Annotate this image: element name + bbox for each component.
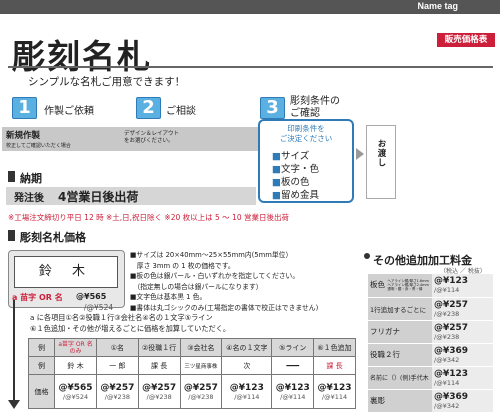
table-row: 例 鈴 木 一 郎 課 長 三ツ星商事株 次 ━━━ 課 長	[28, 356, 356, 375]
table-cell: @¥123/@¥114	[313, 374, 356, 409]
top-bar: Name tag	[0, 0, 500, 14]
spec-line: （指定無しの場合は銀パールになります）	[130, 282, 263, 291]
section-marker-icon	[8, 230, 15, 241]
pricing-table: 例 a苗字 OR 名 のみ ①名 ②役職１行 ③会社名 ④名の１文字 ⑤ライン …	[28, 338, 356, 409]
side-label: フリガナ	[368, 320, 432, 344]
side-price: @¥257/@¥238	[432, 297, 493, 321]
step-3-label: 彫刻条件の ご確認	[290, 96, 340, 119]
table-cell: @¥257/@¥238	[137, 374, 181, 409]
table-header-cell: ②役職１行	[137, 338, 181, 357]
table-header-cell: a苗字 OR 名 のみ	[53, 338, 98, 357]
conditions-title: 印刷条件を ご決定ください	[279, 124, 333, 143]
side-row: フリガナ @¥257/@¥238	[368, 320, 493, 344]
side-price: @¥123/@¥114	[432, 274, 493, 298]
sample-price: @¥565	[76, 292, 107, 301]
spec-list: ■サイズは 20×40mm～25×55mm内(5mm単位） 厚さ 3mm の 1…	[130, 250, 318, 313]
condition-item: ■留め金具	[272, 190, 319, 201]
step-1-label: 作製ご依頼	[44, 106, 94, 117]
arrow-down-icon	[8, 400, 20, 409]
flow-design-text: デザイン＆レイアウト をお選びください。	[124, 131, 180, 144]
table-header-cell: ⑤ライン	[271, 338, 315, 357]
intro-text: シンプルな名札ご用意できます！	[28, 76, 186, 88]
price-list-button[interactable]: 販売価格表	[437, 33, 495, 47]
title-divider	[8, 66, 493, 68]
conditions-list: ■サイズ ■文字・色 ■板の色 ■留め金具	[272, 150, 319, 202]
spec-line: ■書体は丸ゴシックのみ(工場指定の書体で校正はできません)	[130, 303, 319, 312]
table-header-cell: ①名	[96, 338, 139, 357]
sample-label: a 苗字 OR 名	[12, 293, 63, 302]
condition-item: ■文字・色	[272, 164, 319, 175]
step-2-label: ご相談	[166, 106, 196, 117]
side-label: 板色 ヘアライン銀/厚さ1.6mm ヘアライン銀/厚さ2.4mm 透明・銀・赤・…	[368, 274, 432, 298]
table-cell: @¥257/@¥238	[179, 374, 223, 409]
table-cell: 課 長	[137, 356, 181, 375]
table-cell: 三ツ星商事株	[179, 356, 223, 375]
spec-line: ■板の色は銀パール・白いずれかを指定してください。	[130, 272, 300, 280]
flow-new-sub: 校正してご確認いただく場合	[6, 143, 71, 149]
side-label: 1行追加するごとに	[368, 297, 432, 321]
side-price: @¥257/@¥238	[432, 320, 493, 344]
options-line-1: a に各項目①名②役職１行③会社名④名の１文字⑤ライン	[30, 313, 213, 322]
side-price: @¥369/@¥342	[432, 343, 493, 367]
table-header-cell: 例	[28, 338, 55, 357]
side-table: 板色 ヘアライン銀/厚さ1.6mm ヘアライン銀/厚さ2.4mm 透明・銀・赤・…	[368, 274, 493, 413]
deliver-text: お渡し	[376, 139, 386, 168]
side-row: 板色 ヘアライン銀/厚さ1.6mm ヘアライン銀/厚さ2.4mm 透明・銀・赤・…	[368, 274, 493, 298]
table-cell: 鈴 木	[53, 356, 98, 375]
side-label: 裏彫	[368, 389, 432, 413]
side-row: 名前に（）(例)手代木 @¥123/@¥114	[368, 366, 493, 390]
flow-down-arrow-line	[13, 300, 15, 402]
side-row: 1行追加するごとに @¥257/@¥238	[368, 297, 493, 321]
spec-line: ■サイズは 20×40mm～25×55mm内(5mm単位）	[130, 251, 293, 259]
delivery-note: ※工場注文締切り平日 12 時 ※土,日,祝日除く ※20 枚以上は 5 ～ 1…	[8, 213, 289, 222]
flow-new-title: 新規作製	[6, 131, 41, 141]
side-label: 名前に（）(例)手代木	[368, 366, 432, 390]
side-price: @¥123/@¥114	[432, 366, 493, 390]
section-marker-icon	[8, 171, 15, 182]
name-tag-label: Name tag	[417, 1, 458, 11]
table-cell: 一 郎	[96, 356, 139, 375]
deliver-arrow	[356, 148, 364, 160]
spec-line: ■文字色は基本黒 1 色。	[130, 293, 207, 301]
delivery-heading: 納期	[20, 172, 42, 185]
step-1-number: 1	[12, 97, 37, 119]
table-row: 価格 @¥565/@¥524 @¥257/@¥238 @¥257/@¥238 @…	[28, 374, 356, 409]
page-title: 彫刻名札	[12, 37, 152, 76]
table-cell: 次	[221, 356, 273, 375]
side-label: 役職２行	[368, 343, 432, 367]
table-cell: @¥123/@¥114	[271, 374, 315, 409]
table-cell: 課 長	[313, 356, 356, 375]
side-row: 役職２行 @¥369/@¥342	[368, 343, 493, 367]
table-header-row: 例 a苗字 OR 名 のみ ①名 ②役職１行 ③会社名 ④名の１文字 ⑤ライン …	[28, 338, 356, 357]
sample-price-net: /@¥524	[84, 303, 114, 312]
step-3-number: 3	[260, 97, 285, 119]
delivery-badge: 発注後	[14, 193, 44, 204]
table-header-cell: ⑥１色追加	[313, 338, 356, 357]
spec-line: 厚さ 3mm の 1 枚の価格です。	[130, 261, 235, 270]
side-row: 裏彫 @¥369/@¥342	[368, 389, 493, 413]
pricing-heading: 彫刻名札価格	[20, 231, 86, 244]
delivery-lead-time: 4営業日後出荷	[58, 190, 139, 204]
table-header-cell: ④名の１文字	[221, 338, 273, 357]
table-cell: ━━━	[271, 356, 315, 375]
table-header-cell: ③会社名	[179, 338, 223, 357]
condition-item: ■板の色	[272, 177, 310, 188]
table-cell: @¥123/@¥114	[221, 374, 273, 409]
condition-item: ■サイズ	[272, 151, 310, 162]
table-cell: @¥257/@¥238	[96, 374, 139, 409]
side-price: @¥369/@¥342	[432, 389, 493, 413]
bullet-icon	[364, 253, 370, 259]
table-cell: 価格	[28, 374, 55, 409]
sample-name-card: 鈴 木	[14, 256, 118, 288]
table-cell: 例	[28, 356, 55, 375]
table-cell: @¥565/@¥524	[53, 374, 98, 409]
options-line-2: ⑥１色追加・その他が増えるごとに価格を加算していただく。	[30, 324, 231, 333]
step-2-number: 2	[136, 97, 161, 119]
